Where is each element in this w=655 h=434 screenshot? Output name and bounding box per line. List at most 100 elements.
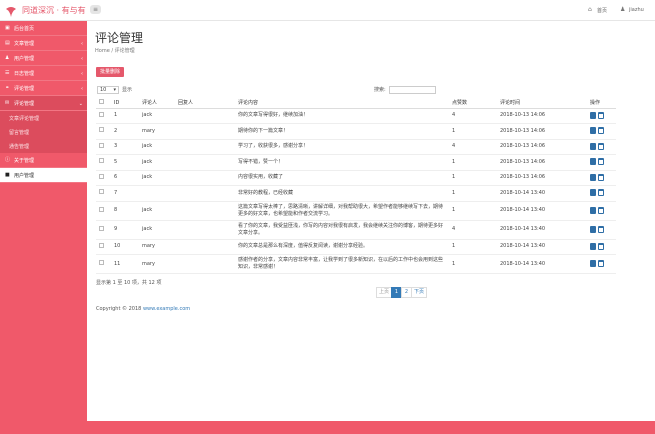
user-label: jiazhu xyxy=(629,7,644,13)
cell-content: 学习了，收获很多，感谢分享！ xyxy=(235,139,449,155)
sidebar-subitem-messages[interactable]: 留言管理 xyxy=(0,125,87,139)
row-checkbox[interactable] xyxy=(96,220,111,240)
edit-icon[interactable] xyxy=(590,158,596,166)
trash-icon[interactable] xyxy=(598,173,604,181)
edit-icon[interactable] xyxy=(590,206,596,214)
row-checkbox-box[interactable] xyxy=(99,189,104,195)
column-header[interactable]: 评论人 xyxy=(139,98,175,109)
trash-icon[interactable] xyxy=(598,111,604,119)
user-icon: ♟ xyxy=(5,54,10,61)
page-title: 评论管理 xyxy=(95,31,144,45)
row-checkbox[interactable] xyxy=(96,108,111,124)
cell-id: 10 xyxy=(111,239,139,255)
sidebar-item-about[interactable]: ⓘ 关于管理 xyxy=(0,153,87,168)
trash-icon[interactable] xyxy=(598,225,604,233)
chevron-left-icon: ‹ xyxy=(81,71,83,77)
prev-page-button[interactable]: 上页 xyxy=(376,287,393,298)
row-checkbox-box[interactable] xyxy=(99,225,104,231)
row-checkbox-box[interactable] xyxy=(99,142,104,148)
row-checkbox-box[interactable] xyxy=(99,242,104,248)
cell-likes: 1 xyxy=(449,201,497,221)
comments-table: ID 评论人 回复人 评论内容 点赞数 评论时间 操作 1 jack 你的文章写得很… xyxy=(96,98,616,274)
edit-icon[interactable] xyxy=(590,111,596,119)
row-checkbox-box[interactable] xyxy=(99,173,104,179)
sidebar-item-label: 用户管理 xyxy=(14,172,35,179)
edit-icon[interactable] xyxy=(590,127,596,135)
column-header[interactable]: 评论内容 xyxy=(235,98,449,109)
edit-icon[interactable] xyxy=(590,242,596,250)
row-checkbox[interactable] xyxy=(96,123,111,140)
home-label: 首页 xyxy=(597,7,608,14)
row-checkbox-box[interactable] xyxy=(99,127,104,133)
logo[interactable]: 同道深沉 · 有与有 xyxy=(4,2,86,19)
copyright-link[interactable]: www.example.com xyxy=(143,306,190,312)
sidebar-item-comments[interactable]: ✉ 评论管理 ⌄ xyxy=(0,96,87,111)
select-all-checkbox[interactable] xyxy=(99,99,104,105)
trash-icon[interactable] xyxy=(598,206,604,214)
select-all-header[interactable] xyxy=(96,98,111,109)
user-menu[interactable]: ♟ jiazhu xyxy=(620,4,644,16)
row-checkbox[interactable] xyxy=(96,185,111,202)
edit-icon[interactable] xyxy=(590,189,596,197)
row-checkbox-box[interactable] xyxy=(99,111,104,117)
trash-icon[interactable] xyxy=(598,242,604,250)
edit-icon[interactable] xyxy=(590,260,596,267)
page-length-select[interactable]: 10 xyxy=(97,85,119,94)
trash-icon[interactable] xyxy=(598,189,604,197)
cell-actions xyxy=(587,201,616,221)
menu-toggle-button[interactable]: ≡ xyxy=(90,5,101,14)
row-checkbox[interactable] xyxy=(96,154,111,171)
edit-icon[interactable] xyxy=(590,142,596,150)
trash-icon[interactable] xyxy=(598,260,604,267)
cell-likes: 1 xyxy=(449,170,497,186)
search-label: 搜索: xyxy=(374,87,386,93)
cell-content: 非常好的教程，已经收藏 xyxy=(235,185,449,202)
row-checkbox-box[interactable] xyxy=(99,158,104,164)
sidebar-subitem-notices[interactable]: 通告管理 xyxy=(0,139,87,153)
next-page-button[interactable]: 下页 xyxy=(411,287,428,298)
sidebar-item-users[interactable]: ♟ 用户管理 ‹ xyxy=(0,51,87,66)
row-checkbox[interactable] xyxy=(96,239,111,255)
column-header[interactable]: 评论时间 xyxy=(497,98,587,109)
edit-icon[interactable] xyxy=(590,225,596,233)
sidebar-item-label: 用户管理 xyxy=(14,55,35,62)
cell-actions xyxy=(587,185,616,202)
copyright: Copyright © 2018 www.example.com xyxy=(96,306,190,312)
comment-icon: ✉ xyxy=(5,99,10,106)
cell-content: 看了你的文章，我受益匪浅，你写的内容对我很有启发，我会继续关注你的博客，期待更多… xyxy=(235,220,449,240)
sidebar-item-logs[interactable]: ☰ 日志管理 ‹ xyxy=(0,66,87,81)
cell-id: 11 xyxy=(111,254,139,274)
trash-icon[interactable] xyxy=(598,142,604,150)
table-row: 1 jack 你的文章写得很好，继续加油！ 4 2018-10-13 14:06 xyxy=(96,108,616,124)
column-header[interactable]: ID xyxy=(111,98,139,109)
row-checkbox-box[interactable] xyxy=(99,260,104,265)
logo-icon xyxy=(4,4,18,18)
row-checkbox[interactable] xyxy=(96,254,111,274)
trash-icon[interactable] xyxy=(598,158,604,166)
table-row: 6 jack 内容很实用，收藏了 1 2018-10-13 14:06 xyxy=(96,170,616,186)
cell-reply xyxy=(175,185,235,202)
cell-actions xyxy=(587,170,616,186)
home-link[interactable]: ⌂ 首页 xyxy=(588,4,607,16)
sidebar-item-dashboard[interactable]: ▣ 后台首页 xyxy=(0,21,87,36)
page-length-value: 10 xyxy=(100,86,107,93)
column-header[interactable]: 回复人 xyxy=(175,98,235,109)
dashboard-icon: ▣ xyxy=(5,24,10,31)
cell-user: mary xyxy=(139,239,175,255)
row-checkbox[interactable] xyxy=(96,201,111,221)
batch-delete-button[interactable]: 批量删除 xyxy=(96,67,125,77)
row-checkbox[interactable] xyxy=(96,139,111,155)
logo-text: 同道深沉 · 有与有 xyxy=(22,6,86,15)
user-icon: ♟ xyxy=(620,6,626,13)
sidebar-subitem-article-comments[interactable]: 文章评论管理 xyxy=(0,111,87,125)
row-checkbox[interactable] xyxy=(96,170,111,186)
search-input[interactable] xyxy=(388,85,436,94)
cell-user: jack xyxy=(139,154,175,171)
column-header[interactable]: 点赞数 xyxy=(449,98,497,109)
sidebar-item-link[interactable]: ⚭ 评论管理 ‹ xyxy=(0,81,87,96)
trash-icon[interactable] xyxy=(598,127,604,135)
edit-icon[interactable] xyxy=(590,173,596,181)
sidebar-item-articles[interactable]: ▤ 文章管理 ‹ xyxy=(0,36,87,51)
sidebar-item-user-admin[interactable]: ■ 用户管理 xyxy=(0,168,87,183)
row-checkbox-box[interactable] xyxy=(99,206,104,212)
